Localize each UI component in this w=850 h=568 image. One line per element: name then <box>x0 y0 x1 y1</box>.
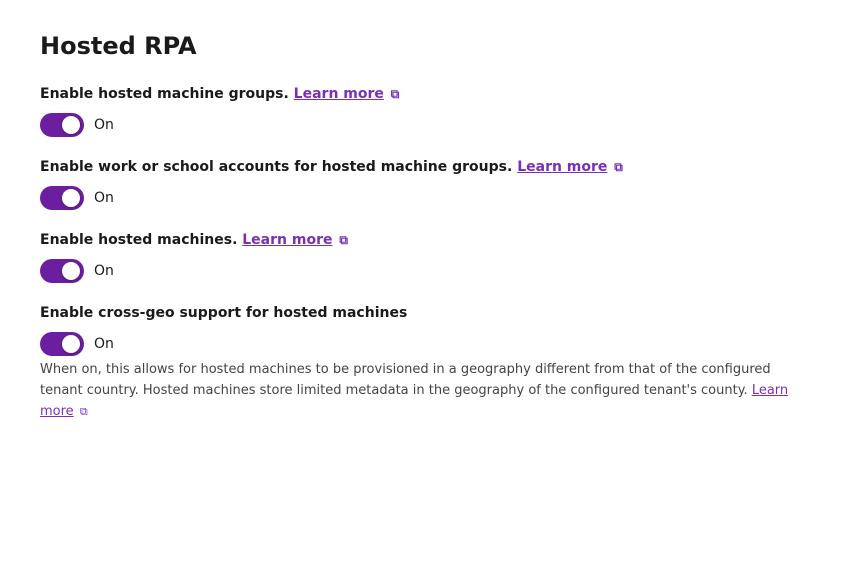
toggle-2[interactable] <box>40 186 84 210</box>
toggle-1[interactable] <box>40 113 84 137</box>
setting-label-4: Enable cross-geo support for hosted mach… <box>40 303 810 324</box>
toggle-state-label-1: On <box>94 117 114 133</box>
setting-enable-work-school-accounts: Enable work or school accounts for hoste… <box>40 157 810 210</box>
setting-label-text-2: Enable work or school accounts for hoste… <box>40 159 512 175</box>
toggle-state-label-3: On <box>94 263 114 279</box>
setting-label-1: Enable hosted machine groups. Learn more… <box>40 84 810 105</box>
toggle-thumb-2 <box>62 189 80 207</box>
toggle-thumb-3 <box>62 262 80 280</box>
external-link-icon-1: ⧉ <box>391 87 400 101</box>
learn-more-link-3[interactable]: Learn more <box>242 232 332 248</box>
learn-more-link-2[interactable]: Learn more <box>517 159 607 175</box>
setting-label-text-3: Enable hosted machines. <box>40 232 237 248</box>
page-title: Hosted RPA <box>40 32 810 60</box>
setting-label-text-1: Enable hosted machine groups. <box>40 86 289 102</box>
toggle-thumb-4 <box>62 335 80 353</box>
setting-label-3: Enable hosted machines. Learn more ⧉ <box>40 230 810 251</box>
setting-enable-hosted-machine-groups: Enable hosted machine groups. Learn more… <box>40 84 810 137</box>
toggle-row-4: On <box>40 332 810 356</box>
external-link-icon-3: ⧉ <box>339 233 348 247</box>
toggle-4[interactable] <box>40 332 84 356</box>
external-link-icon-4: ⧉ <box>80 405 88 418</box>
toggle-row-1: On <box>40 113 810 137</box>
setting-enable-cross-geo-support: Enable cross-geo support for hosted mach… <box>40 303 810 422</box>
toggle-thumb-1 <box>62 116 80 134</box>
cross-geo-description: When on, this allows for hosted machines… <box>40 360 810 422</box>
toggle-row-3: On <box>40 259 810 283</box>
setting-label-2: Enable work or school accounts for hoste… <box>40 157 810 178</box>
setting-enable-hosted-machines: Enable hosted machines. Learn more ⧉ On <box>40 230 810 283</box>
setting-label-text-4: Enable cross-geo support for hosted mach… <box>40 305 407 321</box>
cross-geo-description-text: When on, this allows for hosted machines… <box>40 362 771 398</box>
toggle-state-label-4: On <box>94 336 114 352</box>
toggle-state-label-2: On <box>94 190 114 206</box>
toggle-row-2: On <box>40 186 810 210</box>
toggle-3[interactable] <box>40 259 84 283</box>
external-link-icon-2: ⧉ <box>614 160 623 174</box>
learn-more-link-1[interactable]: Learn more <box>294 86 384 102</box>
